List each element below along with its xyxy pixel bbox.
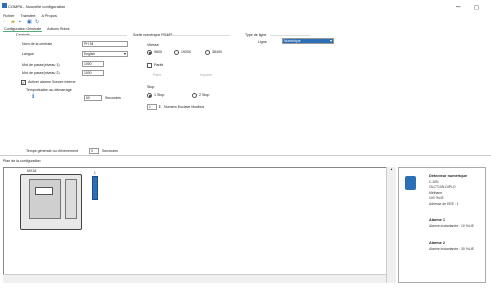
detector-icon[interactable] — [92, 176, 98, 200]
centrale-divider — [17, 35, 127, 36]
detail-range: 100 %LIE — [429, 196, 444, 200]
save-icon[interactable]: ▪ — [19, 20, 24, 25]
detail-address: Adresse de EEE : 1 — [429, 202, 459, 206]
speed-19200-radio[interactable] — [174, 50, 179, 55]
alarm2-title: Alarme 2 — [429, 241, 446, 245]
info-icon: ℹ — [32, 94, 35, 100]
menu-bar: Fichier Transfert A Propos — [3, 14, 57, 18]
stop-label: Stop — [147, 85, 155, 89]
toolbar: ▫ ▰ ▪ ▣ ↻ — [3, 20, 40, 25]
parite-paire-option[interactable]: Paire — [153, 73, 161, 77]
alarme-checkbox[interactable]: ✓ — [21, 80, 26, 85]
langue-label: Langue — [22, 52, 34, 56]
tempo-label: Temporisation au démarrage — [26, 88, 72, 92]
central-front-panel — [29, 179, 61, 219]
sortie-heading: Sortie numérique RS485 — [133, 33, 173, 37]
vitesse-label: Vitesse — [147, 43, 159, 47]
langue-select[interactable]: English — [82, 51, 128, 57]
nom-label: Nom de la centrale — [22, 42, 53, 46]
mdp2-label: Mot de passe(niveau 2) — [22, 71, 60, 75]
detail-model: OLCT10N-DIPLO — [429, 185, 456, 189]
ligne-label: Ligne — [258, 40, 267, 44]
maximize-button[interactable]: ◻ — [474, 4, 479, 11]
parite-label: Parité — [154, 63, 164, 67]
tempo-general-input[interactable]: 0 — [89, 148, 99, 154]
detector-address: 1 — [94, 171, 96, 175]
tab-bar: Configuration Générale Actions Robot — [3, 27, 71, 32]
stop-2-radio[interactable] — [192, 93, 197, 98]
detail-title: Détecteur numérique — [429, 174, 467, 178]
nom-input[interactable]: PH 34 — [82, 41, 128, 47]
section-divider — [0, 155, 491, 156]
detail-gas: Méthane — [429, 191, 443, 195]
modbus-spinner-icon[interactable]: ⇕ — [158, 104, 161, 109]
sortie-divider — [170, 35, 230, 36]
central-screen — [35, 187, 53, 195]
detail-sub: C-DIN — [429, 180, 439, 184]
parite-impaire-option[interactable]: Impaire — [200, 73, 212, 77]
type-ligne-divider — [270, 35, 310, 36]
open-folder-icon[interactable]: ▰ — [11, 20, 16, 25]
config-diagram[interactable]: MX16 1 — [3, 167, 396, 283]
speed-9600-label: 9600 — [154, 50, 162, 54]
central-label: MX16 — [27, 169, 37, 173]
alarm2-text: Alarme instantanée : 30 %LIE — [429, 247, 474, 251]
menu-transfert[interactable]: Transfert — [20, 14, 35, 18]
type-ligne-heading: Type de ligne — [245, 33, 267, 37]
speed-38400-label: 38400 — [212, 50, 222, 54]
minimize-button[interactable]: – — [456, 2, 460, 11]
speed-38400-radio[interactable] — [205, 50, 210, 55]
tempo-input[interactable]: 60 — [84, 95, 102, 101]
tempo-general-unit: Secondes — [102, 149, 118, 153]
detector-detail-icon — [405, 176, 416, 190]
tempo-unit: Secondes — [105, 96, 121, 100]
alarme-label: Activer alarme Sonore interne — [28, 80, 76, 84]
new-file-icon[interactable]: ▫ — [3, 20, 8, 25]
horizontal-scrollbar[interactable] — [3, 274, 386, 283]
mdp1-input[interactable]: 1000 — [82, 61, 104, 67]
mdp2-input[interactable]: 1000 — [82, 70, 104, 76]
stop-1-radio[interactable] — [147, 93, 152, 98]
ligne-select[interactable]: Numérique — [282, 38, 334, 44]
tempo-general-label: Temps générale ou d'évènement — [26, 149, 79, 153]
parite-checkbox[interactable] — [147, 63, 152, 68]
stop-2-label: 2 Stop — [199, 93, 210, 97]
stop-1-label: 1 Stop — [154, 93, 165, 97]
detail-panel: Détecteur numérique C-DIN OLCT10N-DIPLO … — [398, 167, 486, 283]
plan-heading: Plan de la configuration — [3, 159, 41, 163]
print-icon[interactable]: ▣ — [27, 20, 32, 25]
speed-19200-label: 19200 — [181, 50, 191, 54]
modbus-input[interactable]: 1 — [147, 104, 157, 110]
central-unit[interactable] — [20, 174, 82, 230]
alarm1-title: Alarme 1 — [429, 218, 446, 222]
speed-9600-radio[interactable] — [147, 50, 152, 55]
menu-fichier[interactable]: Fichier — [3, 14, 14, 18]
alarm1-text: Alarme instantanée : 10 %LIE — [429, 224, 474, 228]
app-logo-icon — [2, 3, 7, 8]
window-title: COMPA - Nouvelle configuration — [8, 4, 66, 9]
menu-a-propos[interactable]: A Propos — [41, 14, 56, 18]
tab-actions-robot[interactable]: Actions Robot — [46, 27, 70, 32]
mdp1-label: Mot de passe(niveau 1) — [22, 63, 60, 67]
central-side — [65, 179, 77, 219]
tab-configuration-generale[interactable]: Configuration Générale — [3, 27, 43, 32]
modbus-label: Numéro Esclave Modbus — [164, 105, 205, 109]
refresh-icon[interactable]: ↻ — [35, 20, 40, 25]
vertical-scrollbar[interactable]: ▲ — [386, 167, 396, 283]
